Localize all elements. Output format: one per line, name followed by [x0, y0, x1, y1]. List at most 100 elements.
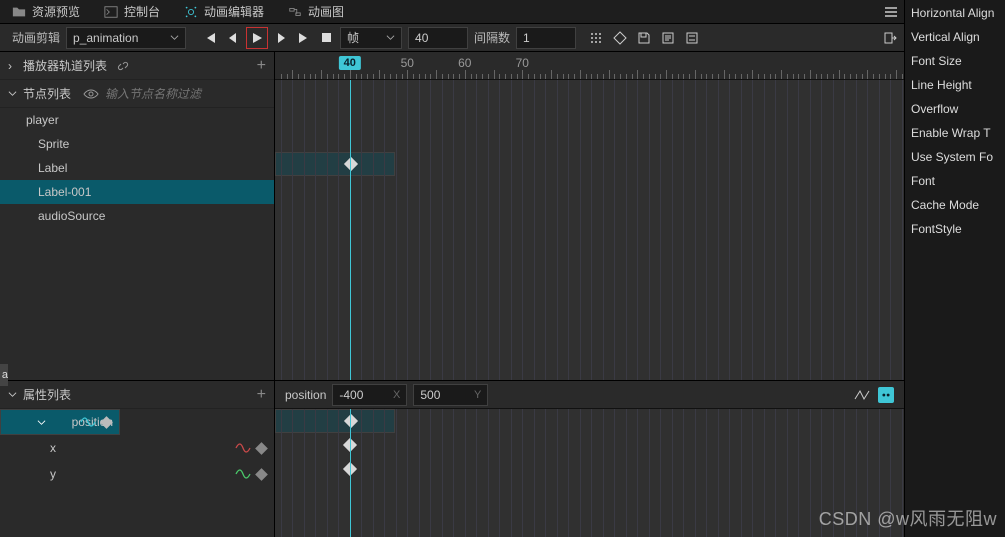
unit-value: 帧: [347, 29, 359, 46]
save-icon[interactable]: [636, 30, 652, 46]
node-label: Label-001: [38, 185, 91, 199]
x-axis-label: X: [393, 389, 400, 401]
tracks-header[interactable]: › 播放器轨道列表 +: [0, 52, 274, 80]
x-input[interactable]: -400 X: [332, 384, 407, 406]
keyframe-icon[interactable]: [255, 468, 268, 481]
tab-label: 动画图: [308, 3, 344, 20]
y-input[interactable]: 500 Y: [413, 384, 488, 406]
node-list: player Sprite Label Label-001 audioSourc…: [0, 108, 274, 380]
chevron-down-icon: [8, 89, 17, 98]
spacing-label: 间隔数: [474, 29, 510, 46]
collapse-icon: ›: [8, 59, 17, 73]
x-value: -400: [339, 388, 363, 402]
add-track-button[interactable]: +: [257, 57, 266, 75]
grid-icon[interactable]: [588, 30, 604, 46]
tab-label: 控制台: [124, 3, 160, 20]
node-label: player: [26, 113, 59, 127]
lock-icon[interactable]: [878, 387, 894, 403]
timeline-ruler[interactable]: 50607040: [275, 52, 904, 80]
y-axis-label: Y: [474, 389, 481, 401]
prop-value-bar: position -400 X 500 Y: [275, 381, 904, 409]
inspector-row[interactable]: Horizontal Align: [911, 6, 1005, 20]
clip-label: 动画剪辑: [12, 29, 60, 46]
inspector-row[interactable]: Font: [911, 174, 1005, 188]
node-label: Label: [38, 161, 67, 175]
node-list-header[interactable]: 节点列表: [0, 80, 274, 108]
curve-icon[interactable]: [235, 469, 251, 479]
prop-label: x: [50, 441, 56, 455]
tab-animation-graph[interactable]: 动画图: [276, 0, 356, 24]
node-audiosource[interactable]: audioSource: [0, 204, 274, 228]
anim-icon: [184, 5, 198, 19]
tab-resources[interactable]: 资源预览: [0, 0, 92, 24]
frame-input[interactable]: [408, 27, 468, 49]
y-value: 500: [420, 388, 440, 402]
step-back-button[interactable]: [224, 30, 240, 46]
graph-icon: [288, 5, 302, 19]
inspector-row[interactable]: Line Height: [911, 78, 1005, 92]
props-header-label: 属性列表: [23, 386, 71, 403]
prop-y[interactable]: y: [0, 461, 274, 487]
inspector-row[interactable]: Cache Mode: [911, 198, 1005, 212]
chevron-down-icon: [37, 418, 46, 427]
prop-list: position x y: [0, 409, 274, 537]
goto-start-button[interactable]: [202, 30, 218, 46]
console-icon: [104, 5, 118, 19]
timeline[interactable]: [275, 80, 904, 380]
node-list-label: 节点列表: [23, 85, 71, 102]
chevron-down-icon: [8, 390, 17, 399]
clip-select[interactable]: p_animation: [66, 27, 186, 49]
prop-name: position: [285, 388, 326, 402]
node-label-001[interactable]: Label-001: [0, 180, 274, 204]
unit-select[interactable]: 帧: [340, 27, 402, 49]
link-icon[interactable]: [117, 60, 129, 72]
inspector-row[interactable]: FontStyle: [911, 222, 1005, 236]
keyframe-icon[interactable]: [255, 442, 268, 455]
inspector-row[interactable]: Overflow: [911, 102, 1005, 116]
eye-icon[interactable]: [83, 87, 99, 101]
chevron-down-icon: [170, 33, 179, 42]
node-label[interactable]: Label: [0, 156, 274, 180]
spacing-input[interactable]: [516, 27, 576, 49]
node-player[interactable]: player: [0, 108, 274, 132]
truncated-text: a: [0, 364, 8, 386]
tab-label: 资源预览: [32, 3, 80, 20]
snap-icon[interactable]: [612, 30, 628, 46]
inspector-row[interactable]: Enable Wrap T: [911, 126, 1005, 140]
step-fwd-button[interactable]: [274, 30, 290, 46]
node-sprite[interactable]: Sprite: [0, 132, 274, 156]
curve-icon[interactable]: [80, 417, 96, 427]
goto-end-button[interactable]: [296, 30, 312, 46]
toolbar: 动画剪辑 p_animation 帧 间隔数: [0, 24, 904, 52]
props-header[interactable]: 属性列表 +: [0, 381, 274, 409]
add-prop-button[interactable]: +: [257, 386, 266, 404]
clip-value: p_animation: [73, 31, 138, 45]
doc1-icon[interactable]: [660, 30, 676, 46]
menu-icon[interactable]: [884, 5, 898, 19]
node-filter-input[interactable]: [105, 87, 245, 101]
inspector-row[interactable]: Font Size: [911, 54, 1005, 68]
inspector: Horizontal Align Vertical Align Font Siz…: [905, 0, 1005, 537]
curve-icon[interactable]: [235, 443, 251, 453]
stop-button[interactable]: [318, 30, 334, 46]
prop-x[interactable]: x: [0, 435, 274, 461]
tab-label: 动画编辑器: [204, 3, 264, 20]
prop-timeline[interactable]: [275, 409, 904, 537]
node-label: audioSource: [38, 209, 105, 223]
folder-icon: [12, 5, 26, 19]
play-button[interactable]: [246, 27, 268, 49]
tabs-bar: 资源预览 控制台 动画编辑器 动画图: [0, 0, 904, 24]
inspector-row[interactable]: Vertical Align: [911, 30, 1005, 44]
tab-animation-editor[interactable]: 动画编辑器: [172, 0, 276, 24]
tab-console[interactable]: 控制台: [92, 0, 172, 24]
curve-mode-icon[interactable]: [854, 387, 870, 403]
prop-label: y: [50, 467, 56, 481]
keyframe-icon[interactable]: [100, 416, 113, 429]
chevron-down-icon: [386, 33, 395, 42]
node-label: Sprite: [38, 137, 69, 151]
doc2-icon[interactable]: [684, 30, 700, 46]
prop-position[interactable]: position: [0, 409, 120, 435]
tracks-header-label: 播放器轨道列表: [23, 57, 107, 74]
exit-icon[interactable]: [882, 30, 898, 46]
inspector-row[interactable]: Use System Fo: [911, 150, 1005, 164]
